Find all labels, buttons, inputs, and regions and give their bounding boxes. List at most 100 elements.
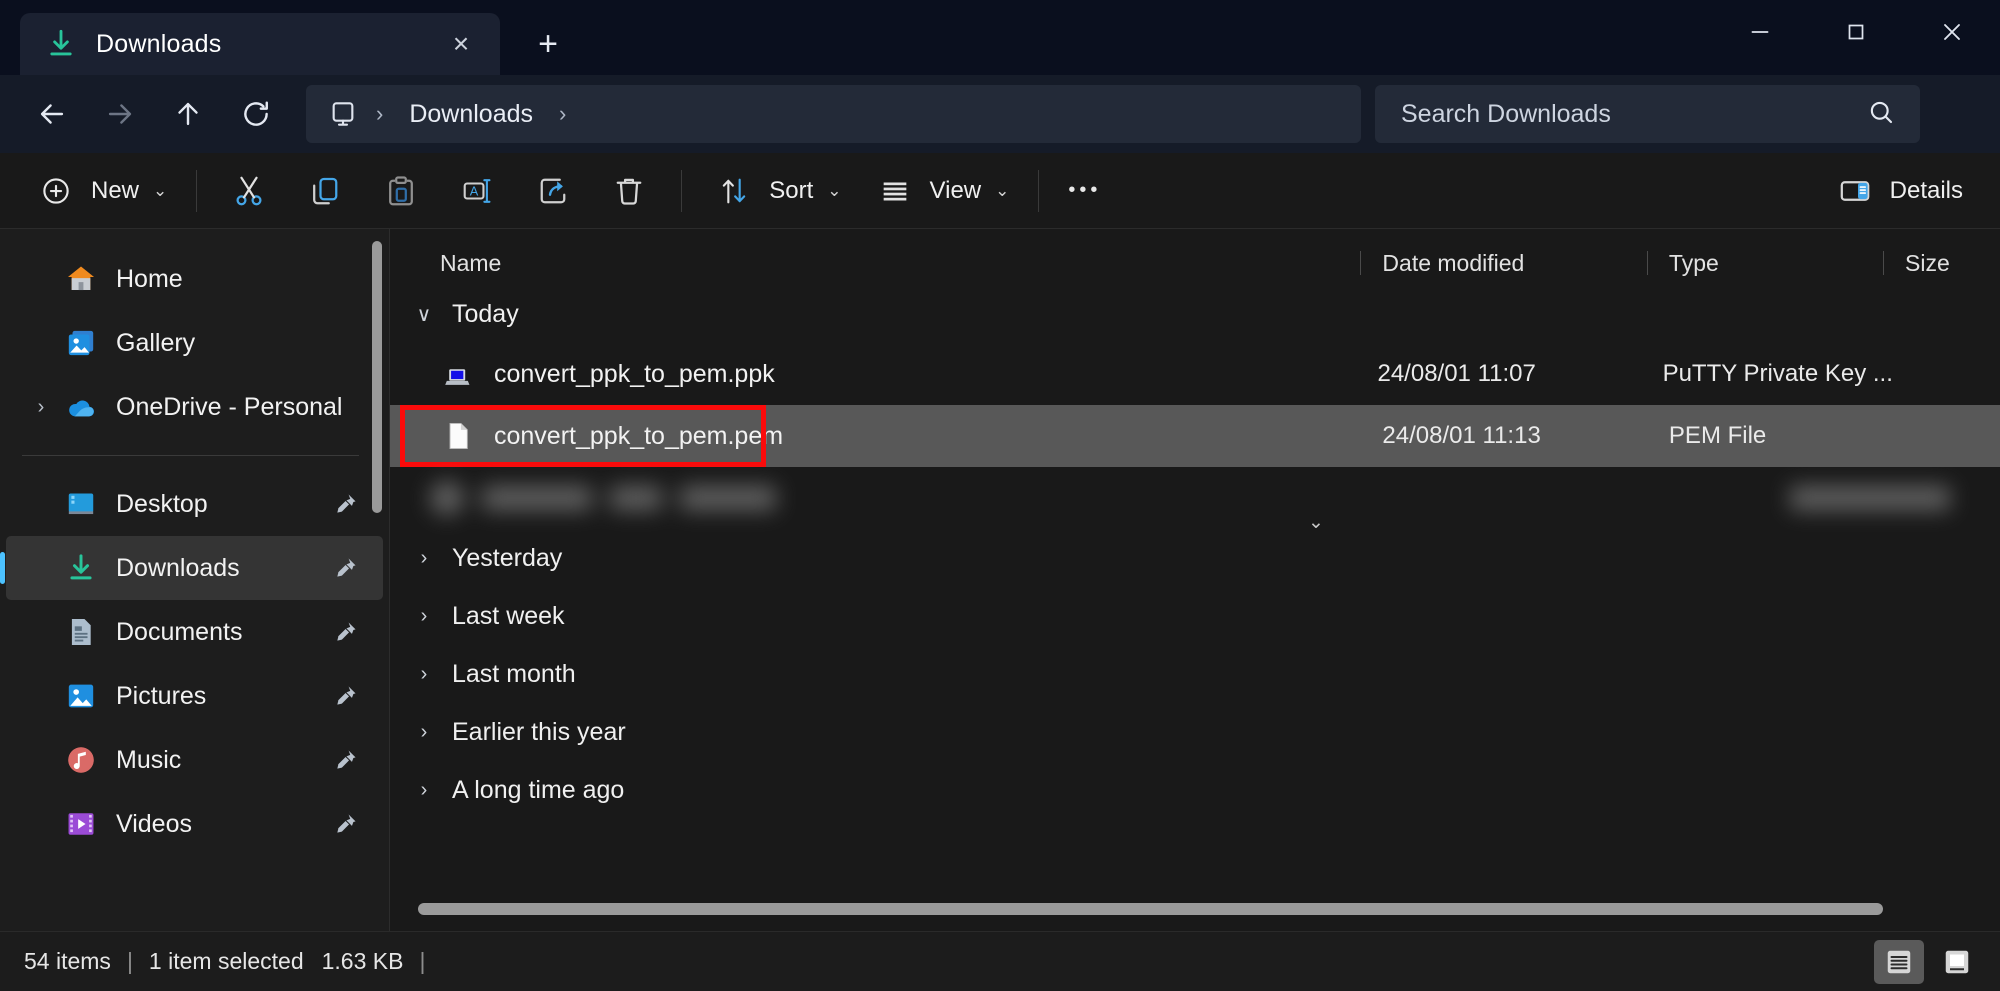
downloads-arrow-icon bbox=[42, 25, 80, 63]
details-pane-icon bbox=[1832, 168, 1878, 214]
chevron-down-icon: ⌄ bbox=[153, 180, 168, 200]
sidebar-item-pictures[interactable]: Pictures bbox=[6, 664, 383, 728]
status-bar: 54 items | 1 item selected 1.63 KB | bbox=[0, 931, 2000, 991]
pin-icon[interactable] bbox=[331, 747, 361, 773]
rename-icon: A bbox=[454, 168, 500, 214]
file-list-pane: ⌄ Name Date modified Type Size ∨ Today c… bbox=[390, 229, 2000, 931]
cut-button[interactable] bbox=[211, 164, 287, 218]
details-view-button[interactable] bbox=[1874, 939, 1924, 984]
search-input[interactable] bbox=[1401, 99, 1821, 129]
new-button[interactable]: New ⌄ bbox=[18, 164, 182, 218]
delete-button[interactable] bbox=[591, 164, 667, 218]
group-label: Last week bbox=[452, 601, 565, 630]
item-count-label: 54 items bbox=[24, 948, 111, 974]
toolbar-divider-2 bbox=[681, 169, 683, 212]
horizontal-scrollbar-thumb[interactable] bbox=[418, 903, 1883, 915]
chevron-down-icon[interactable]: ∨ bbox=[412, 302, 436, 327]
table-row-redacted[interactable] bbox=[390, 467, 2000, 529]
desktop-icon bbox=[62, 485, 100, 523]
copy-button[interactable] bbox=[287, 164, 363, 218]
sidebar-item-documents[interactable]: Documents bbox=[6, 600, 383, 664]
downloads-arrow-icon bbox=[62, 549, 100, 587]
breadcrumb-chevron-2[interactable]: › bbox=[549, 101, 576, 127]
chevron-right-icon[interactable]: › bbox=[28, 396, 54, 419]
view-button[interactable]: View ⌄ bbox=[857, 164, 1025, 218]
status-divider: | bbox=[126, 948, 133, 974]
sidebar-item-label: Pictures bbox=[116, 681, 207, 710]
pin-icon[interactable] bbox=[331, 811, 361, 837]
sidebar-item-videos[interactable]: Videos bbox=[6, 792, 383, 856]
table-row[interactable]: convert_ppk_to_pem.pem 24/08/01 11:13 PE… bbox=[390, 405, 2000, 467]
file-name-cell: convert_ppk_to_pem.pem bbox=[390, 418, 1360, 454]
column-header-name[interactable]: Name bbox=[390, 241, 1360, 285]
file-explorer-window: Downloads × + › Downloads › Search Downl… bbox=[0, 0, 2000, 991]
sidebar-item-gallery[interactable]: Gallery bbox=[6, 311, 383, 375]
paste-icon bbox=[378, 168, 424, 214]
refresh-button[interactable] bbox=[222, 86, 290, 142]
copy-icon bbox=[302, 168, 348, 214]
pin-icon[interactable] bbox=[331, 619, 361, 645]
share-icon bbox=[530, 168, 576, 214]
pin-icon[interactable] bbox=[331, 555, 361, 581]
sidebar-item-label: Desktop bbox=[116, 489, 208, 518]
redacted-text bbox=[680, 486, 776, 510]
sidebar-item-onedrive[interactable]: › OneDrive - Personal bbox=[6, 375, 383, 439]
new-button-label: New bbox=[91, 176, 140, 204]
group-header-last-month[interactable]: › Last month bbox=[390, 645, 2000, 703]
redacted-text bbox=[1790, 486, 1950, 510]
pin-icon[interactable] bbox=[331, 491, 361, 517]
paste-button[interactable] bbox=[363, 164, 439, 218]
chevron-right-icon[interactable]: › bbox=[412, 605, 436, 628]
back-button[interactable] bbox=[18, 86, 86, 142]
large-icons-view-button[interactable] bbox=[1932, 940, 1982, 984]
up-button[interactable] bbox=[154, 86, 222, 142]
column-header-type[interactable]: Type bbox=[1646, 241, 1883, 285]
rename-button[interactable]: A bbox=[439, 164, 515, 218]
chevron-right-icon[interactable]: › bbox=[412, 663, 436, 686]
sidebar-scrollbar[interactable] bbox=[372, 241, 382, 513]
sort-button[interactable]: Sort ⌄ bbox=[696, 164, 856, 218]
column-headers: Name Date modified Type Size bbox=[390, 229, 2000, 285]
table-row[interactable]: convert_ppk_to_pem.ppk 24/08/01 11:07 Pu… bbox=[390, 343, 2000, 405]
file-name-label: convert_ppk_to_pem.ppk bbox=[494, 359, 775, 388]
chevron-right-icon[interactable]: › bbox=[412, 779, 436, 802]
group-label: Yesterday bbox=[452, 543, 563, 572]
sidebar-item-downloads[interactable]: Downloads bbox=[0, 536, 383, 600]
details-pane-label: Details bbox=[1889, 176, 1963, 204]
horizontal-scrollbar-track bbox=[390, 891, 2000, 931]
chevron-right-icon[interactable]: › bbox=[412, 547, 436, 570]
chevron-right-icon[interactable]: › bbox=[412, 721, 436, 744]
sidebar-item-label: Downloads bbox=[116, 553, 240, 582]
sidebar-item-desktop[interactable]: Desktop bbox=[6, 472, 383, 536]
toolbar-divider-3 bbox=[1038, 169, 1040, 212]
close-button[interactable] bbox=[1904, 0, 2000, 64]
maximize-button[interactable] bbox=[1808, 0, 1904, 64]
group-header-yesterday[interactable]: › Yesterday bbox=[390, 529, 2000, 587]
minimize-button[interactable] bbox=[1712, 0, 1808, 64]
sidebar-item-music[interactable]: Music bbox=[6, 728, 383, 792]
share-button[interactable] bbox=[515, 164, 591, 218]
group-header-last-week[interactable]: › Last week bbox=[390, 587, 2000, 645]
more-options-button[interactable]: ••• bbox=[1053, 164, 1116, 218]
details-pane-button[interactable]: Details bbox=[1817, 164, 1978, 218]
search-icon[interactable] bbox=[1866, 97, 1896, 132]
group-header-a-long-time-ago[interactable]: › A long time ago bbox=[390, 761, 2000, 819]
search-box[interactable] bbox=[1375, 85, 1920, 143]
sidebar-item-home[interactable]: Home bbox=[6, 247, 383, 311]
group-header-today[interactable]: ∨ Today bbox=[390, 285, 2000, 343]
tab-close-button[interactable]: × bbox=[438, 21, 484, 67]
group-header-earlier-this-year[interactable]: › Earlier this year bbox=[390, 703, 2000, 761]
toolbar-divider-1 bbox=[196, 169, 198, 212]
new-tab-button[interactable]: + bbox=[522, 18, 574, 70]
column-header-size[interactable]: Size bbox=[1883, 241, 2000, 285]
pin-icon[interactable] bbox=[331, 683, 361, 709]
breadcrumb-item-downloads[interactable]: Downloads bbox=[397, 100, 545, 129]
address-bar: › Downloads › bbox=[0, 75, 2000, 153]
file-name-cell: convert_ppk_to_pem.ppk bbox=[390, 356, 1355, 392]
tab-downloads[interactable]: Downloads × bbox=[20, 13, 500, 75]
forward-button[interactable] bbox=[86, 86, 154, 142]
trash-icon bbox=[606, 168, 652, 214]
breadcrumb[interactable]: › Downloads › bbox=[306, 85, 1361, 143]
column-header-date-modified[interactable]: Date modified bbox=[1360, 241, 1647, 285]
chevron-down-icon: ⌄ bbox=[827, 180, 842, 200]
